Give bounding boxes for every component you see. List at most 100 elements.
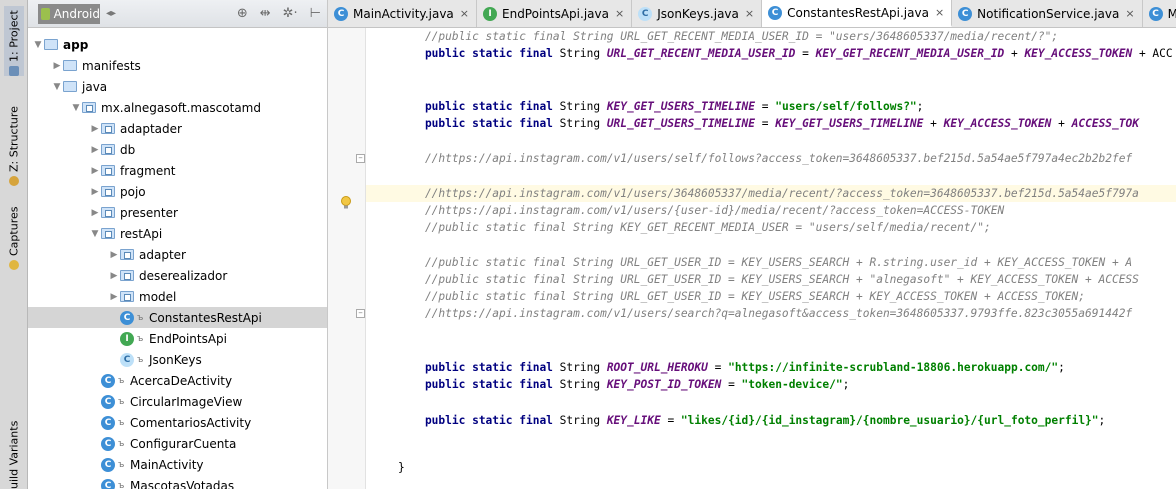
dropdown-arrow-icon[interactable]: ◂▸ [106,8,116,19]
expanded-arrow-icon[interactable]: ▼ [89,229,101,239]
code-token: "token-device/" [741,378,843,391]
sync-icon[interactable]: ⊕ [237,6,248,21]
tree-item-label: fragment [120,163,176,178]
tree-item[interactable]: Cъ ConfigurarCuenta [28,433,327,454]
expanded-arrow-icon[interactable]: ▼ [51,82,63,92]
editor-tab-label: NotificationService.java [977,6,1120,21]
fold-marker-icon[interactable]: − [356,154,365,163]
collapsed-arrow-icon[interactable]: ▶ [108,250,120,260]
tree-item[interactable]: Cъ MascotasVotadas [28,475,327,489]
tree-item[interactable]: Cъ MainActivity [28,454,327,475]
tree-item-label: ComentariosActivity [130,415,252,430]
lightbulb-icon[interactable] [340,196,352,210]
collapsed-arrow-icon[interactable]: ▶ [89,166,101,176]
fold-marker-icon[interactable]: − [356,309,365,318]
collapsed-arrow-icon[interactable]: ▶ [89,187,101,197]
folder-icon [63,81,77,92]
package-icon [101,228,115,239]
tree-item[interactable]: ▶ fragment [28,160,327,181]
expanded-arrow-icon[interactable]: ▼ [70,103,82,113]
editor-tab[interactable]: I EndPointsApi.java × [477,0,633,27]
package-icon [120,270,134,281]
editor-tab[interactable]: C JsonKeys.java × [632,0,763,27]
tree-item[interactable]: Iъ EndPointsApi [28,328,327,349]
close-tab-icon[interactable]: × [1125,7,1134,20]
code-line[interactable]: //public static final String URL_GET_USE… [366,288,1176,305]
code-line[interactable] [366,167,1176,184]
view-selector[interactable]: Android [38,3,100,24]
code-editor[interactable]: //public static final String URL_GET_REC… [356,28,1176,489]
collapsed-arrow-icon[interactable]: ▶ [89,208,101,218]
tree-item[interactable]: Cъ JsonKeys [28,349,327,370]
tree-item[interactable]: Cъ ConstantesRestApi [28,307,327,328]
code-line[interactable]: //public static final String URL_GET_USE… [366,271,1176,288]
tree-item-label: adapter [139,247,186,262]
code-line[interactable]: //public static final String KEY_GET_REC… [366,219,1176,236]
tree-item[interactable]: ▶ model [28,286,327,307]
captures-tool-tab[interactable]: Captures [4,200,24,270]
code-line[interactable] [366,393,1176,410]
tree-item[interactable]: ▶ deserealizador [28,265,327,286]
close-tab-icon[interactable]: × [460,7,469,20]
code-line[interactable] [366,236,1176,253]
code-line[interactable] [366,62,1176,79]
code-line[interactable]: } [366,459,1176,476]
tree-item[interactable]: Cъ ComentariosActivity [28,412,327,433]
collapsed-arrow-icon[interactable]: ▶ [108,292,120,302]
editor-tab[interactable]: C MainActivity.java × [328,0,477,27]
code-line[interactable]: public static final String ROOT_URL_HERO… [366,359,1176,376]
collapse-icon[interactable]: ⇹ [260,6,271,21]
editor-tab[interactable]: C Mas [1142,0,1176,27]
code-line[interactable] [366,79,1176,96]
collapsed-arrow-icon[interactable]: ▶ [51,61,63,71]
close-tab-icon[interactable]: × [615,7,624,20]
code-line[interactable]: public static final String KEY_POST_ID_T… [366,376,1176,393]
folder-icon [44,39,58,50]
code-line[interactable]: //public static final String URL_GET_REC… [366,28,1176,45]
code-line[interactable]: //https://api.instagram.com/v1/users/364… [366,185,1176,202]
code-line[interactable] [366,340,1176,357]
tree-item[interactable]: ▶ presenter [28,202,327,223]
structure-tool-tab[interactable]: Z: Structure [4,100,24,186]
collapsed-arrow-icon[interactable]: ▶ [89,124,101,134]
project-tool-tab[interactable]: 1: Project [4,6,24,76]
collapsed-arrow-icon[interactable]: ▶ [108,271,120,281]
code-line[interactable] [366,132,1176,149]
tree-item[interactable]: ▼ java [28,76,327,97]
code-line[interactable]: public static final String KEY_GET_USERS… [366,98,1176,115]
code-line[interactable] [366,323,1176,340]
package-icon [101,207,115,218]
code-line[interactable]: public static final String URL_GET_USERS… [366,115,1176,132]
code-line[interactable]: //https://api.instagram.com/v1/users/sel… [366,150,1176,167]
collapsed-arrow-icon[interactable]: ▶ [89,145,101,155]
editor-tab[interactable]: C NotificationService.java × [952,0,1143,27]
tree-item[interactable]: Cъ CircularImageView [28,391,327,412]
code-line[interactable]: //https://api.instagram.com/v1/users/{us… [366,202,1176,219]
expanded-arrow-icon[interactable]: ▼ [32,40,44,50]
tree-item-label: db [120,142,136,157]
interface-icon: I [483,6,497,21]
code-line[interactable] [366,429,1176,446]
settings-icon[interactable]: ✲· [283,6,298,21]
tree-item[interactable]: ▼ restApi [28,223,327,244]
code-line[interactable]: //public static final String URL_GET_USE… [366,254,1176,271]
tree-item[interactable]: ▶ pojo [28,181,327,202]
close-tab-icon[interactable]: × [745,7,754,20]
tree-item[interactable]: ▶ manifests [28,55,327,76]
class-icon: C [958,6,973,21]
tree-item[interactable]: Cъ AcercaDeActivity [28,370,327,391]
editor-area: C MainActivity.java × I EndPointsApi.java × C J… [328,0,1176,489]
close-tab-icon[interactable]: × [935,6,944,19]
code-line[interactable]: //https://api.instagram.com/v1/users/sea… [366,305,1176,322]
tree-item[interactable]: ▶ adapter [28,244,327,265]
tree-item[interactable]: ▶ adaptader [28,118,327,139]
code-line[interactable]: public static final String KEY_LIKE = "l… [366,412,1176,429]
code-token: + [923,117,944,130]
code-line[interactable]: public static final String URL_GET_RECEN… [366,45,1176,62]
editor-tab[interactable]: C ConstantesRestApi.java × [762,0,953,27]
hide-icon[interactable]: ⊢ [310,6,321,21]
build-variants-tool-tab[interactable]: uild Variants [4,410,24,489]
tree-item[interactable]: ▼ mx.alnegasoft.mascotamd [28,97,327,118]
tree-item[interactable]: ▶ db [28,139,327,160]
tree-item[interactable]: ▼ app [28,34,327,55]
